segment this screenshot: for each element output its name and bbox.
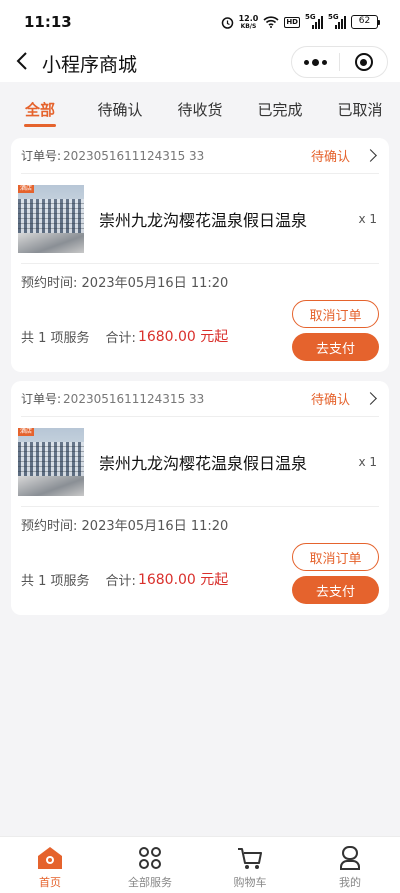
- service-count: 共 1 项服务: [21, 330, 90, 346]
- order-status-tabs: 全部 待确认 待收货 已完成 已取消: [0, 82, 400, 132]
- booking-time: 2023年05月16日 11:20: [81, 519, 229, 534]
- tabbar-label: 首页: [39, 876, 61, 889]
- cart-icon: [237, 845, 263, 871]
- target-icon: [354, 53, 373, 71]
- tabbar-label: 我的: [339, 876, 361, 889]
- chevron-left-icon: [16, 52, 28, 74]
- tabbar-label: 购物车: [233, 876, 267, 889]
- signal-icon: 5G: [305, 12, 323, 29]
- total-price: 1680.00 元起: [137, 329, 229, 345]
- tabbar-item-mine[interactable]: 我的: [300, 837, 400, 893]
- booking-time-row: 预约时间: 2023年05月16日 11:20: [21, 507, 379, 547]
- tabbar-item-cart[interactable]: 购物车: [200, 837, 300, 893]
- chevron-right-icon[interactable]: [364, 149, 377, 162]
- pay-button[interactable]: 去支付: [292, 333, 379, 361]
- tab-all[interactable]: 全部: [0, 82, 80, 132]
- net-speed-unit: KB/S: [240, 23, 257, 30]
- cancel-order-button[interactable]: 取消订单: [292, 300, 379, 328]
- goods-name: 崇州九龙沟樱花温泉假日温泉: [99, 210, 308, 230]
- thumbnail-tag: 酒店: [18, 427, 35, 436]
- booking-time-label: 预约时间:: [21, 519, 78, 534]
- user-icon: [337, 845, 363, 871]
- order-header[interactable]: 订单号: 2023051611124315 33 待确认: [21, 138, 379, 174]
- cancel-order-button[interactable]: 取消订单: [292, 543, 379, 571]
- booking-time: 2023年05月16日 11:20: [81, 276, 229, 291]
- battery-level: 62: [351, 15, 378, 29]
- wifi-icon: [263, 16, 279, 28]
- tabbar-label: 全部服务: [128, 876, 172, 889]
- close-mini-program-button[interactable]: [340, 47, 387, 77]
- goods-thumbnail: 酒店: [18, 184, 84, 253]
- booking-time-row: 预约时间: 2023年05月16日 11:20: [21, 264, 379, 304]
- order-summary: 共 1 项服务 合计: 1680.00 元起 取消订单 去支付: [21, 300, 379, 368]
- goods-name: 崇州九龙沟樱花温泉假日温泉: [99, 453, 308, 473]
- signal-icon-2: 5G: [328, 12, 346, 29]
- tab-pending-confirm[interactable]: 待确认: [80, 82, 160, 132]
- order-number: 2023051611124315 33: [63, 148, 205, 163]
- nav-bar: 小程序商城: [0, 44, 400, 82]
- total-price: 1680.00 元起: [137, 572, 229, 588]
- alarm-icon: [221, 16, 234, 29]
- total-label: 合计:: [105, 573, 136, 589]
- total-label: 合计:: [105, 330, 136, 346]
- order-summary: 共 1 项服务 合计: 1680.00 元起 取消订单 去支付: [21, 543, 379, 611]
- bottom-tab-bar: 首页 全部服务 购物车 我的: [0, 836, 400, 893]
- hd-badge: HD: [284, 16, 300, 28]
- service-count: 共 1 项服务: [21, 573, 90, 589]
- goods-quantity: x 1: [358, 211, 377, 226]
- page-title: 小程序商城: [42, 53, 138, 76]
- order-card: 订单号: 2023051611124315 33 待确认 酒店 崇州九龙沟樱花温…: [11, 138, 389, 372]
- order-status: 待确认: [310, 393, 350, 408]
- goods-item[interactable]: 酒店 崇州九龙沟樱花温泉假日温泉 x 1: [18, 417, 379, 507]
- more-button[interactable]: [292, 47, 339, 77]
- sim2-label: 5G: [328, 12, 339, 21]
- goods-quantity: x 1: [358, 454, 377, 469]
- order-number-label: 订单号:: [21, 149, 62, 163]
- more-dots-icon: [304, 58, 327, 66]
- tabbar-item-all-services[interactable]: 全部服务: [100, 837, 200, 893]
- order-number-label: 订单号:: [21, 392, 62, 406]
- net-speed: 12.0 KB/S: [239, 14, 259, 30]
- back-button[interactable]: [2, 44, 42, 82]
- status-icons: 12.0 KB/S HD 5G 5G 62: [221, 12, 380, 30]
- chevron-right-icon[interactable]: [364, 392, 377, 405]
- status-time: 11:13: [24, 13, 72, 31]
- order-card: 订单号: 2023051611124315 33 待确认 酒店 崇州九龙沟樱花温…: [11, 381, 389, 615]
- status-bar: 11:13 12.0 KB/S HD 5G 5G 62: [0, 0, 400, 44]
- net-speed-value: 12.0: [238, 14, 259, 23]
- mini-program-capsule: [291, 46, 388, 78]
- order-status: 待确认: [310, 150, 350, 165]
- thumbnail-tag: 酒店: [18, 184, 35, 193]
- pay-button[interactable]: 去支付: [292, 576, 379, 604]
- sim1-label: 5G: [305, 12, 316, 21]
- tabbar-item-home[interactable]: 首页: [0, 837, 100, 893]
- grid-icon: [137, 845, 163, 871]
- order-header[interactable]: 订单号: 2023051611124315 33 待确认: [21, 381, 379, 417]
- order-number: 2023051611124315 33: [63, 391, 205, 406]
- goods-item[interactable]: 酒店 崇州九龙沟樱花温泉假日温泉 x 1: [18, 174, 379, 264]
- tab-cancelled[interactable]: 已取消: [320, 82, 400, 132]
- battery-icon: 62: [351, 15, 380, 29]
- home-icon: [37, 845, 63, 871]
- tab-completed[interactable]: 已完成: [240, 82, 320, 132]
- tab-pending-receipt[interactable]: 待收货: [160, 82, 240, 132]
- booking-time-label: 预约时间:: [21, 276, 78, 291]
- goods-thumbnail: 酒店: [18, 427, 84, 496]
